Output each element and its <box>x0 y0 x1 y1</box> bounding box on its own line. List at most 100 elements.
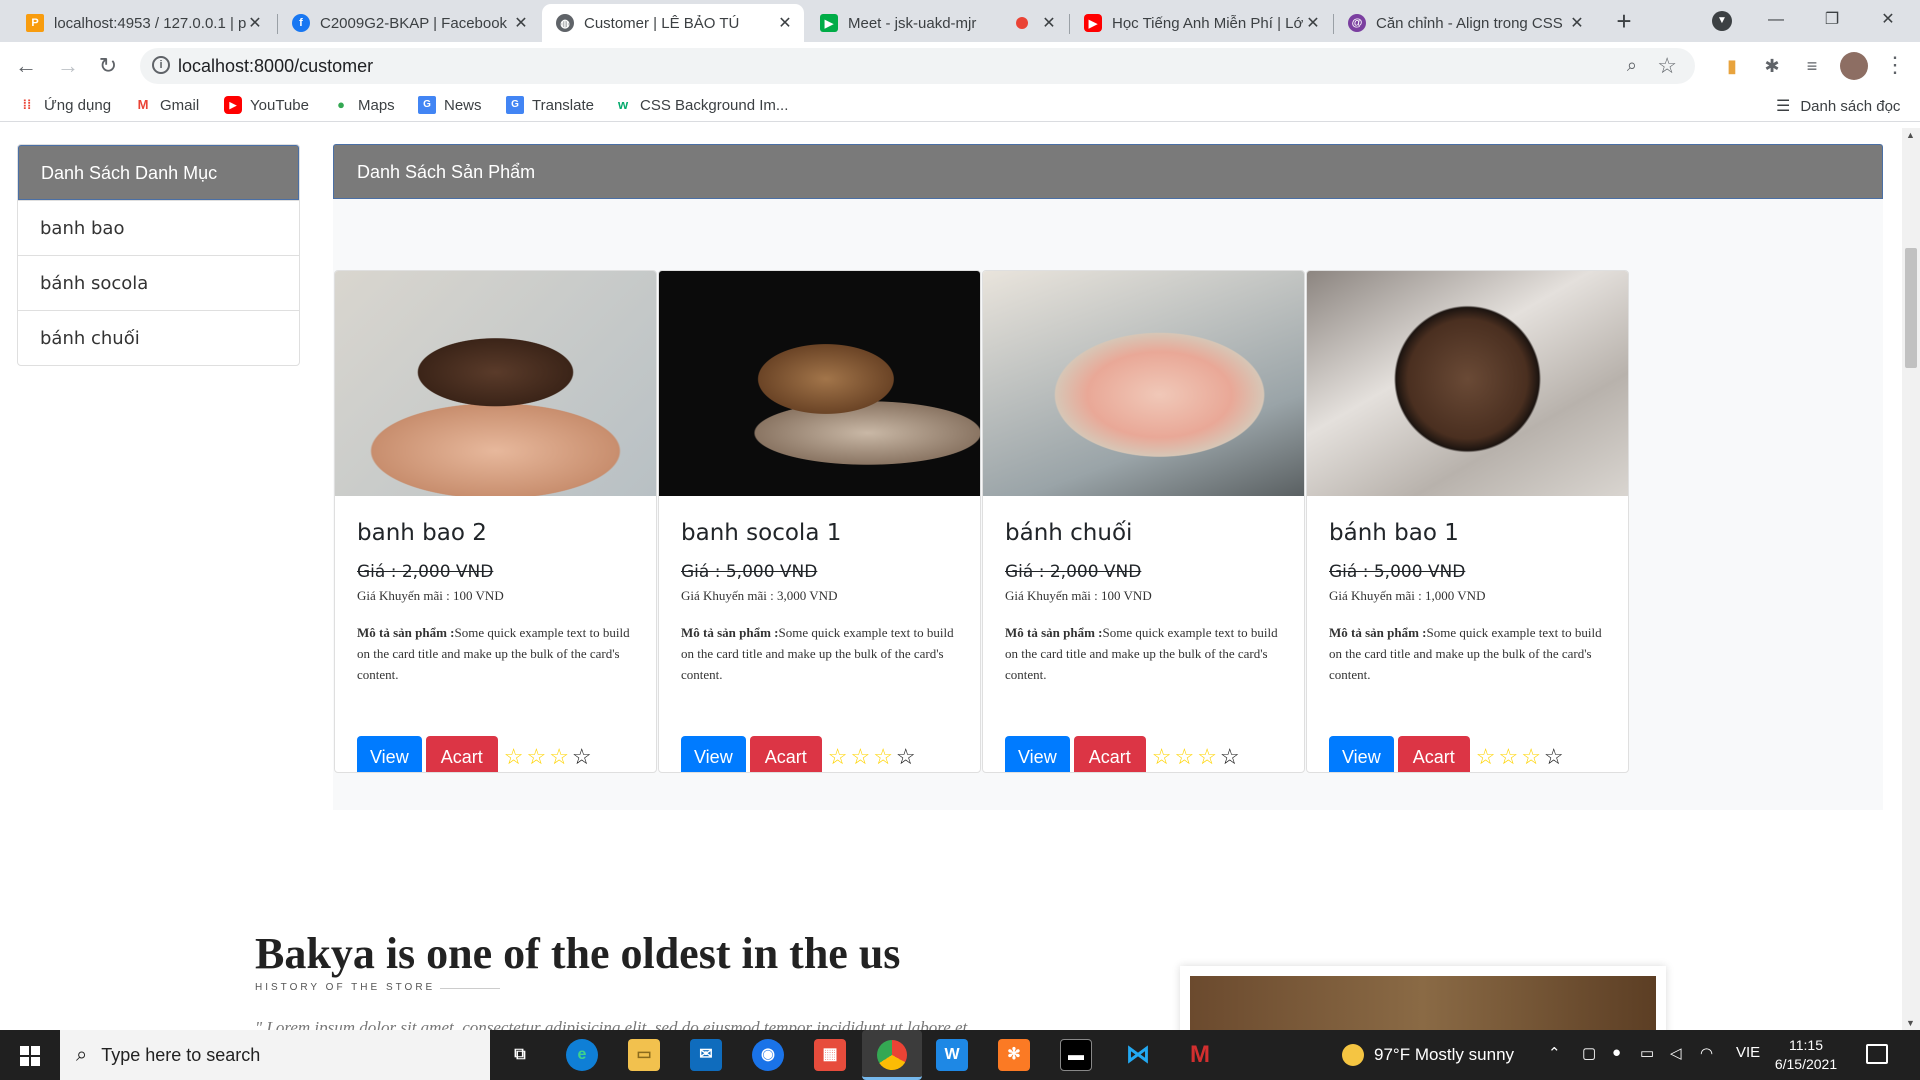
star-empty-icon[interactable]: ☆ <box>1544 744 1567 769</box>
url-text[interactable]: localhost:8000/customer <box>178 56 373 77</box>
bookmark-maps[interactable]: ● Maps <box>332 96 395 114</box>
rating-stars[interactable]: ☆☆☆☆ <box>504 744 595 770</box>
add-to-cart-button[interactable]: Acart <box>1073 736 1146 772</box>
window-close-icon[interactable]: ✕ <box>1868 6 1908 34</box>
add-to-cart-button[interactable]: Acart <box>425 736 498 772</box>
taskbar-search[interactable]: ⌕ Type here to search <box>60 1030 490 1080</box>
star-empty-icon[interactable]: ☆ <box>572 744 595 769</box>
rating-stars[interactable]: ☆☆☆☆ <box>828 744 919 770</box>
bookmark-youtube[interactable]: ▶ YouTube <box>224 96 309 114</box>
chrome-icon[interactable] <box>862 1030 922 1080</box>
category-item[interactable]: bánh socola <box>18 255 299 310</box>
task-view-icon[interactable]: ⧉ <box>504 1039 536 1071</box>
address-bar[interactable]: i localhost:8000/customer ⌕ ☆ <box>140 48 1695 84</box>
star-outline-icon[interactable]: ☆ <box>1197 744 1220 769</box>
bookmark-css-background[interactable]: w CSS Background Im... <box>614 96 788 114</box>
menu-kebab-icon[interactable]: ⋮ <box>1884 52 1906 78</box>
star-outline-icon[interactable]: ☆ <box>1476 744 1499 769</box>
bookmark-apps[interactable]: ⁞⁞ Ứng dụng <box>18 96 111 114</box>
view-button[interactable]: View <box>357 736 422 772</box>
xampp-icon[interactable]: ✻ <box>998 1039 1030 1071</box>
star-outline-icon[interactable]: ☆ <box>850 744 873 769</box>
rating-stars[interactable]: ☆☆☆☆ <box>1152 744 1243 770</box>
tab-hoc-tieng-anh[interactable]: ▶ Học Tiếng Anh Miễn Phí | Lớ ✕ <box>1070 4 1332 42</box>
view-button[interactable]: View <box>681 736 746 772</box>
scroll-up-icon[interactable]: ▲ <box>1906 130 1915 140</box>
app-icon[interactable]: ▦ <box>814 1039 846 1071</box>
device-icon[interactable]: ▢ <box>1582 1044 1596 1062</box>
bookmark-translate[interactable]: G Translate <box>506 96 594 114</box>
clock[interactable]: 11:15 6/15/2021 <box>1766 1036 1846 1074</box>
puzzle-icon[interactable]: ✱ <box>1760 54 1784 78</box>
star-outline-icon[interactable]: ☆ <box>504 744 527 769</box>
close-icon[interactable]: ✕ <box>246 13 264 33</box>
zoom-icon[interactable]: ⌕ <box>1627 55 1637 76</box>
star-outline-icon[interactable]: ☆ <box>873 744 896 769</box>
forward-arrow-icon[interactable]: → <box>54 52 82 80</box>
tab-meet[interactable]: ▶ Meet - jsk-uakd-mjr ✕ <box>806 4 1068 42</box>
avatar[interactable] <box>1840 52 1868 80</box>
tab-facebook[interactable]: f C2009G2-BKAP | Facebook ✕ <box>278 4 540 42</box>
star-outline-icon[interactable]: ☆ <box>526 744 549 769</box>
star-empty-icon[interactable]: ☆ <box>896 744 919 769</box>
star-outline-icon[interactable]: ☆ <box>1174 744 1197 769</box>
add-to-cart-button[interactable]: Acart <box>749 736 822 772</box>
star-outline-icon[interactable]: ☆ <box>1498 744 1521 769</box>
site-info-icon[interactable]: i <box>152 56 170 74</box>
back-arrow-icon[interactable]: ← <box>12 52 40 80</box>
edge-icon[interactable]: e <box>566 1039 598 1071</box>
close-icon[interactable]: ✕ <box>512 13 530 33</box>
reload-icon[interactable]: ↻ <box>94 52 122 80</box>
category-item[interactable]: banh bao <box>18 200 299 255</box>
close-icon[interactable]: ✕ <box>1568 13 1586 33</box>
view-button[interactable]: View <box>1329 736 1394 772</box>
close-icon[interactable]: ✕ <box>1040 13 1058 33</box>
new-tab-button[interactable]: + <box>1610 8 1638 36</box>
mail-icon[interactable]: ✉ <box>690 1039 722 1071</box>
bookmark-gmail[interactable]: M Gmail <box>134 96 200 114</box>
microphone-icon[interactable]: ● <box>1612 1044 1621 1061</box>
tab-can-chinh[interactable]: @ Căn chỉnh - Align trong CSS ✕ <box>1334 4 1596 42</box>
media-control-icon[interactable]: ≡ <box>1800 54 1824 78</box>
mcafee-icon[interactable]: M <box>1184 1039 1216 1071</box>
volume-icon[interactable]: ◁ <box>1670 1044 1682 1062</box>
star-outline-icon[interactable]: ☆ <box>549 744 572 769</box>
reading-list-button[interactable]: ☰ Danh sách đọc <box>1776 96 1900 116</box>
file-explorer-icon[interactable]: ▭ <box>628 1039 660 1071</box>
close-icon[interactable]: ✕ <box>1304 13 1322 33</box>
star-outline-icon[interactable]: ☆ <box>1521 744 1544 769</box>
terminal-icon[interactable]: ▬ <box>1060 1039 1092 1071</box>
category-item[interactable]: bánh chuối <box>18 310 299 365</box>
add-to-cart-button[interactable]: Acart <box>1397 736 1470 772</box>
tab-phpmyadmin[interactable]: P localhost:4953 / 127.0.0.1 | p ✕ <box>12 4 274 42</box>
start-button[interactable] <box>0 1030 60 1080</box>
battery-icon[interactable]: ▭ <box>1640 1044 1654 1062</box>
bookmark-star-icon[interactable]: ☆ <box>1657 53 1677 79</box>
weather-widget[interactable]: 97°F Mostly sunny <box>1342 1044 1514 1066</box>
notification-icon[interactable] <box>1866 1044 1888 1064</box>
star-empty-icon[interactable]: ☆ <box>1220 744 1243 769</box>
page-scrollbar[interactable]: ▲ ▼ <box>1902 128 1920 1030</box>
star-outline-icon[interactable]: ☆ <box>828 744 851 769</box>
wifi-icon[interactable]: ◠ <box>1700 1044 1713 1062</box>
minimize-icon[interactable]: — <box>1756 6 1796 34</box>
star-outline-icon[interactable]: ☆ <box>1152 744 1175 769</box>
product-name: banh socola 1 <box>681 520 842 546</box>
language-indicator[interactable]: VIE <box>1736 1044 1760 1061</box>
word-icon[interactable]: W <box>936 1039 968 1071</box>
product-name: bánh bao 1 <box>1329 520 1459 546</box>
browser-icon[interactable]: ◉ <box>752 1039 784 1071</box>
scrollbar-thumb[interactable] <box>1905 248 1917 368</box>
view-button[interactable]: View <box>1005 736 1070 772</box>
close-icon[interactable]: ✕ <box>776 13 794 33</box>
rating-stars[interactable]: ☆☆☆☆ <box>1476 744 1567 770</box>
tab-customer[interactable]: ◍ Customer | LÊ BẢO TÚ ✕ <box>542 4 804 42</box>
vscode-icon[interactable]: ⋈ <box>1122 1039 1154 1071</box>
windows-logo-icon <box>20 1046 40 1066</box>
chevron-up-icon[interactable]: ⌃ <box>1548 1044 1561 1062</box>
tab-search-icon[interactable]: ▼ <box>1712 11 1732 31</box>
extension-icon[interactable]: ▮ <box>1720 54 1744 78</box>
bookmark-news[interactable]: G News <box>418 96 482 114</box>
scroll-down-icon[interactable]: ▼ <box>1906 1018 1915 1028</box>
maximize-icon[interactable]: ❐ <box>1812 6 1852 34</box>
